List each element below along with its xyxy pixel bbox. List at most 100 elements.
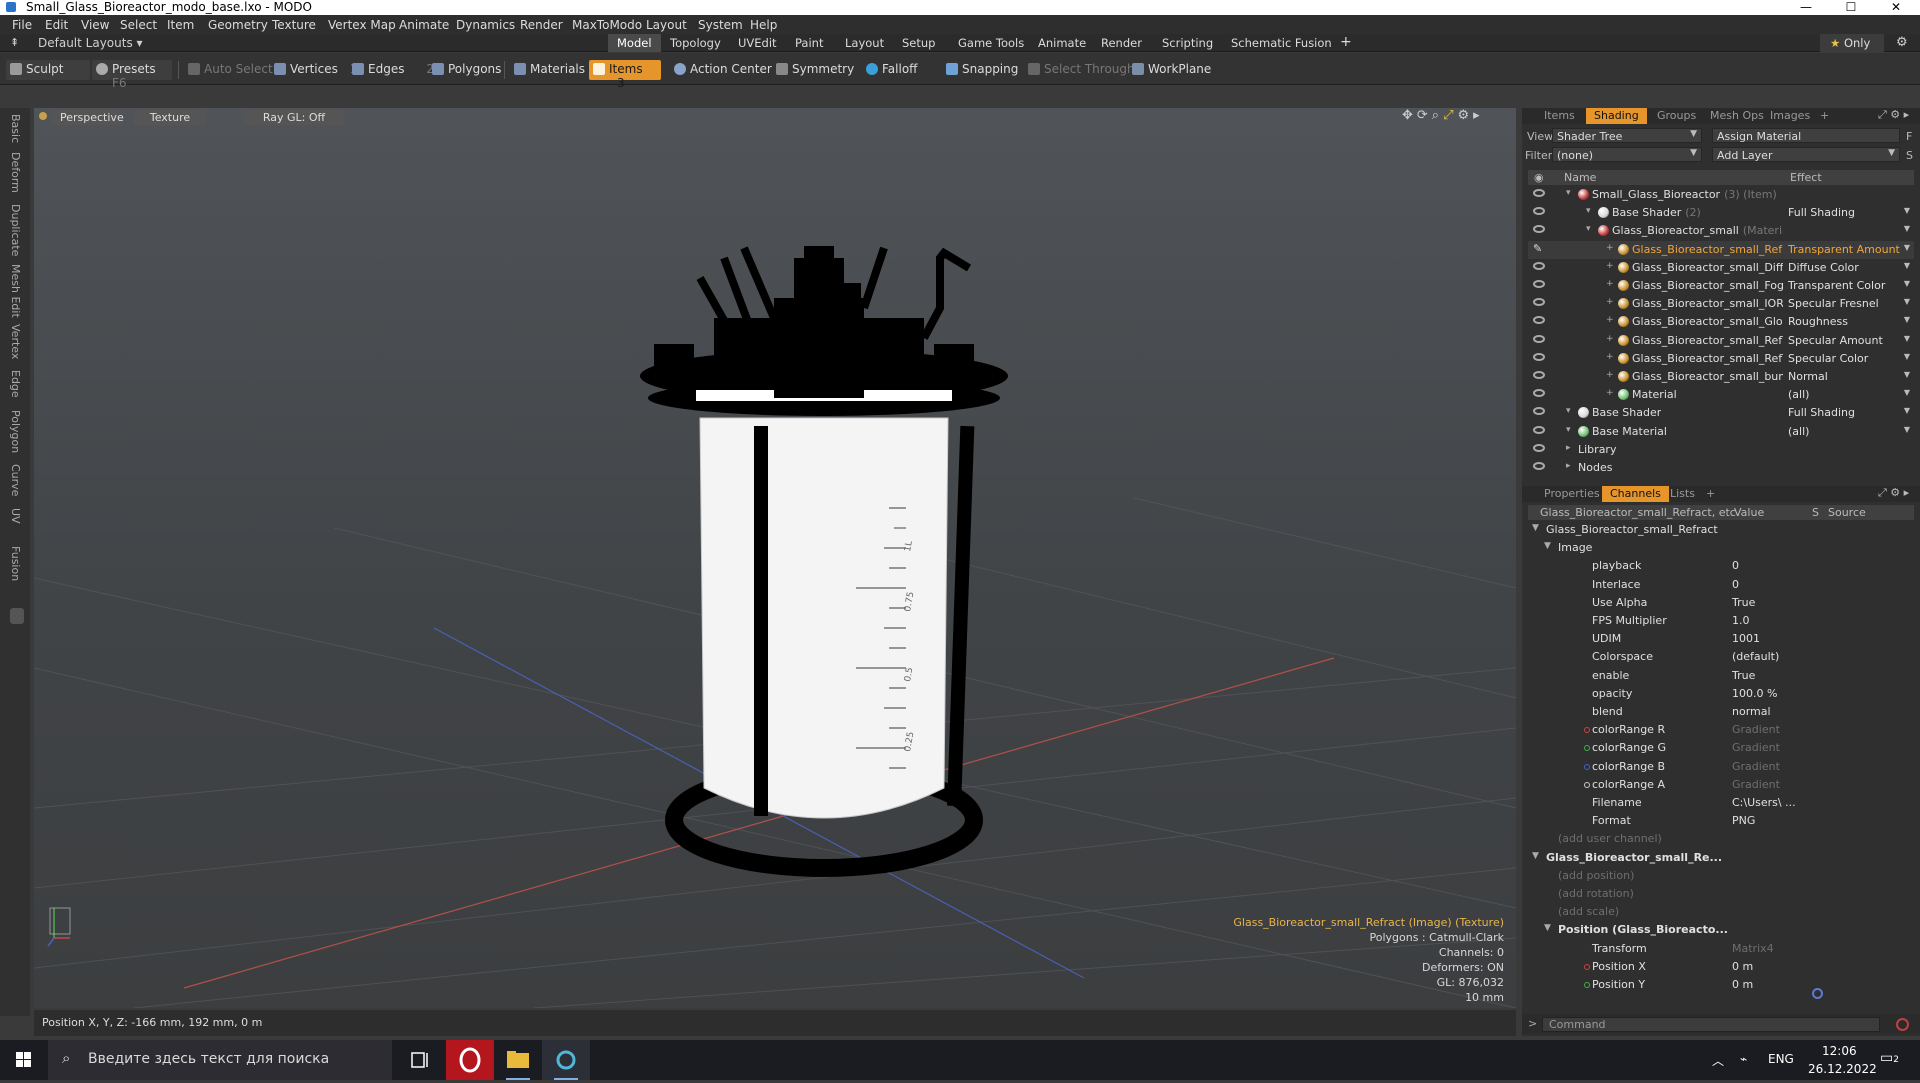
name-column-header[interactable]: Name	[1564, 171, 1596, 184]
strip-deform[interactable]: Deform	[9, 152, 22, 193]
filter-dropdown[interactable]: (none) ▼	[1552, 147, 1702, 162]
modo-icon[interactable]	[542, 1040, 590, 1080]
visibility-eye-icon[interactable]	[1533, 425, 1545, 434]
expand-icon[interactable]: +	[1606, 370, 1614, 380]
expand-icon[interactable]: ▸	[1566, 461, 1571, 471]
strip-uv[interactable]: UV	[9, 508, 22, 524]
expand-icon[interactable]: +	[1606, 334, 1614, 344]
visibility-eye-icon[interactable]	[1533, 389, 1545, 398]
tab-uvedit[interactable]: UVEdit	[729, 34, 786, 52]
presets-button[interactable]: Presets F6	[92, 60, 172, 90]
expand-icon[interactable]: +	[1606, 315, 1614, 325]
expand-icon[interactable]: ▾	[1566, 406, 1571, 416]
add-tab-button[interactable]: +	[1331, 34, 1361, 52]
visibility-eye-icon[interactable]	[1533, 334, 1545, 343]
tab-setup[interactable]: Setup	[893, 34, 944, 52]
shader-tree-row[interactable]: ▸ Library	[1528, 441, 1914, 459]
materials-button[interactable]: Materials	[510, 60, 591, 80]
expand-icon[interactable]: ▸	[1566, 443, 1571, 453]
layer-effect[interactable]: Full Shading	[1788, 206, 1855, 219]
sculpt-button[interactable]: Sculpt	[6, 60, 90, 80]
network-icon[interactable]: ⌁	[1740, 1052, 1747, 1066]
channel-value[interactable]: Gradient	[1732, 741, 1780, 754]
channel-value[interactable]: PNG	[1732, 814, 1755, 827]
minimize-button[interactable]: —	[1796, 0, 1816, 14]
menu-vertex-map[interactable]: Vertex Map	[328, 18, 396, 32]
expand-icon[interactable]: +	[1606, 388, 1614, 398]
tab-properties[interactable]: Properties	[1536, 486, 1608, 502]
channel-row[interactable]: Use Alpha True	[1528, 594, 1914, 612]
tab-topology[interactable]: Topology	[661, 34, 730, 52]
tab-game-tools[interactable]: Game Tools	[949, 34, 1033, 52]
panel-options-icon[interactable]: ⤢ ⚙ ▸	[1878, 486, 1909, 500]
file-explorer-icon[interactable]	[494, 1040, 542, 1080]
shader-tree-row[interactable]: ▾ Base Material (all) ▼	[1528, 423, 1914, 441]
layer-effect[interactable]: Normal	[1788, 370, 1828, 383]
tab-model[interactable]: Model	[608, 34, 661, 52]
clock-date[interactable]: 26.12.2022	[1808, 1062, 1877, 1076]
visibility-eye-icon[interactable]	[1533, 371, 1545, 379]
visibility-eye-icon[interactable]	[1533, 280, 1545, 288]
shader-tree-row[interactable]: + Glass_Bioreactor_small_IOR... Specular F…	[1528, 295, 1914, 313]
layer-effect[interactable]: Transparent Color	[1788, 279, 1885, 292]
default-layouts-dropdown[interactable]: Default Layouts ▾	[38, 36, 143, 50]
effect-dropdown-icon[interactable]: ▼	[1904, 297, 1910, 306]
taskbar-search[interactable]: ⌕ Введите здесь текст для поиска	[48, 1040, 392, 1080]
effect-column-header[interactable]: Effect	[1790, 171, 1822, 184]
tab-scripting[interactable]: Scripting	[1153, 34, 1222, 52]
layer-effect[interactable]: Transparent Amount	[1788, 243, 1900, 256]
effect-dropdown-icon[interactable]: ▼	[1904, 243, 1910, 252]
channel-row[interactable]: ▼ Glass_Bioreactor_small_Refract	[1528, 521, 1914, 539]
tab-schematic-fusion[interactable]: Schematic Fusion	[1222, 34, 1341, 52]
windows-start-icon[interactable]	[0, 1040, 48, 1080]
record-icon[interactable]	[1896, 1018, 1909, 1031]
menu-texture[interactable]: Texture	[272, 18, 316, 32]
visibility-eye-icon[interactable]	[1533, 207, 1545, 216]
effect-dropdown-icon[interactable]: ▼	[1904, 315, 1910, 324]
channel-value[interactable]: 0	[1732, 559, 1739, 572]
select-through-button[interactable]: Select Through	[1024, 60, 1141, 80]
view-dropdown[interactable]: Shader Tree ▼	[1552, 128, 1702, 143]
channel-row[interactable]: colorRange G Gradient	[1528, 739, 1914, 757]
tab-lists[interactable]: Lists	[1662, 486, 1703, 502]
channel-row[interactable]: ▼ Position (Glass_Bioreacto...	[1528, 921, 1914, 939]
shader-tree-row[interactable]: + Material (all) ▼	[1528, 386, 1914, 404]
visibility-eye-icon[interactable]	[1533, 352, 1545, 361]
items-button[interactable]: Items 3	[589, 60, 661, 90]
snapping-button[interactable]: Snapping	[942, 60, 1024, 80]
tab-groups[interactable]: Groups	[1649, 108, 1704, 124]
shader-tree-row[interactable]: + Glass_Bioreactor_small_bum... Normal ▼	[1528, 368, 1914, 386]
menu-file[interactable]: File	[12, 18, 32, 32]
layout-menu-icon[interactable]: ⇞	[10, 36, 19, 49]
layer-effect[interactable]: Full Shading	[1788, 406, 1855, 419]
effect-dropdown-icon[interactable]: ▼	[1904, 224, 1910, 233]
layer-effect[interactable]: Specular Amount	[1788, 334, 1883, 347]
channel-value[interactable]: normal	[1732, 705, 1771, 718]
expand-icon[interactable]: ▾	[1586, 224, 1591, 234]
strip-basic[interactable]: Basic	[9, 114, 22, 143]
channel-value[interactable]: Matrix4	[1732, 942, 1774, 955]
task-view-icon[interactable]	[396, 1040, 444, 1080]
tab-paint[interactable]: Paint	[786, 34, 832, 52]
shader-tree-row[interactable]: + Glass_Bioreactor_small_Gloss... Roughnes…	[1528, 313, 1914, 331]
channel-row[interactable]: Position X 0 m	[1528, 958, 1914, 976]
expand-icon[interactable]: ▾	[1566, 188, 1571, 198]
edges-button[interactable]: Edges 2	[348, 60, 440, 80]
menu-select[interactable]: Select	[120, 18, 157, 32]
maximize-button[interactable]: ☐	[1841, 0, 1861, 14]
close-button[interactable]: ✕	[1886, 0, 1906, 14]
notifications-icon[interactable]: ▭2	[1880, 1050, 1899, 1066]
layer-effect[interactable]: Specular Fresnel	[1788, 297, 1879, 310]
collapse-icon[interactable]: ▼	[1532, 851, 1539, 861]
effect-dropdown-icon[interactable]: ▼	[1904, 352, 1910, 361]
channel-row[interactable]: Colorspace (default)	[1528, 648, 1914, 666]
polygons-button[interactable]: Polygons	[428, 60, 507, 80]
expand-icon[interactable]: +	[1606, 297, 1614, 307]
effect-dropdown-icon[interactable]: ▼	[1904, 279, 1910, 288]
channel-row[interactable]: (add scale)	[1528, 903, 1914, 921]
tab-layout[interactable]: Layout	[836, 34, 893, 52]
channel-row[interactable]: Interlace 0	[1528, 576, 1914, 594]
menu-maxtomodo[interactable]: MaxToModo	[572, 18, 642, 32]
channel-row[interactable]: (add position)	[1528, 867, 1914, 885]
strip-polygon[interactable]: Polygon	[9, 410, 22, 453]
